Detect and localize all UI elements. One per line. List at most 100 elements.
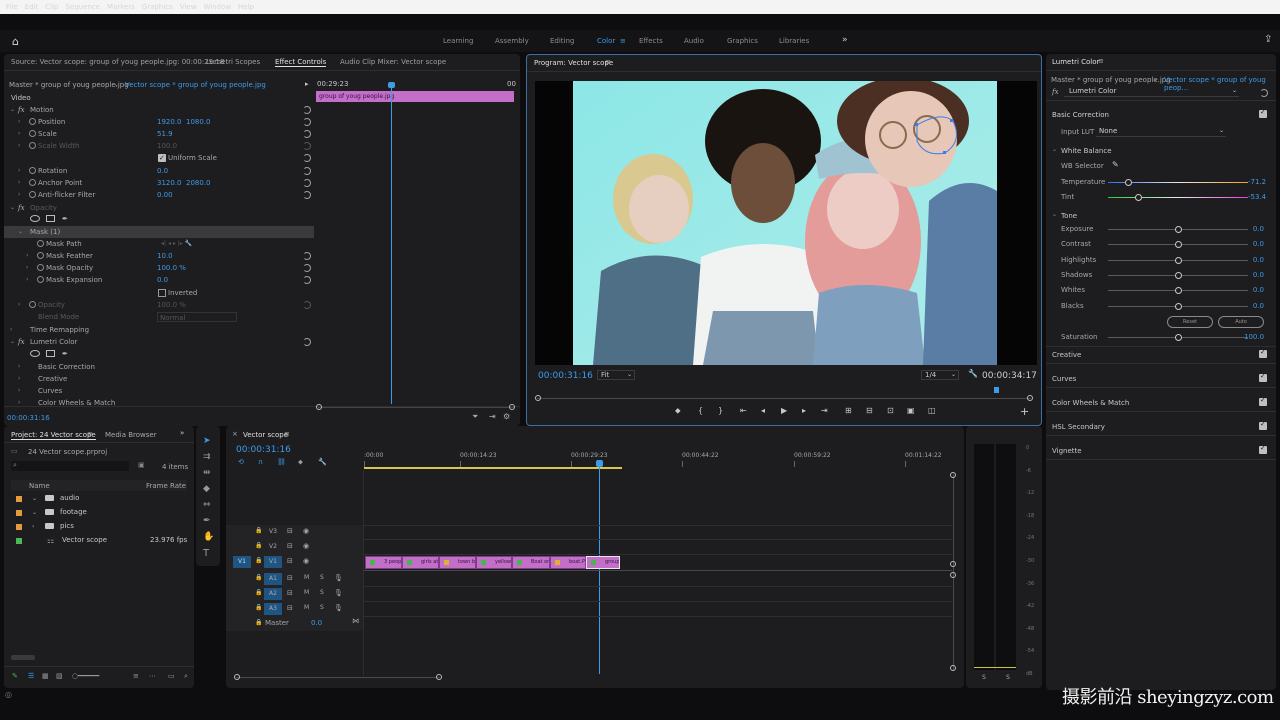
fit-dropdown[interactable]: Fit ⌄ [597,370,635,380]
workspace-tab-editing[interactable]: Editing [550,37,574,45]
input-lut-dropdown[interactable]: None ⌄ [1096,127,1226,137]
timeline-clip[interactable]: town b [439,556,476,569]
timeline-ruler[interactable]: :00:00 00:00:14:23 00:00:29:23 00:00:44:22 0… [364,450,954,468]
timeline-menu-icon[interactable]: ≡ [284,430,290,438]
timeline-tab[interactable]: Vector scope [243,431,288,439]
track-lock-icon[interactable]: 🔒 [255,542,262,549]
track-target-A3[interactable]: A3 [264,603,282,615]
white-balance-heading[interactable]: White Balance [1061,147,1112,155]
voice-over-record-icon[interactable]: 🎙 [334,604,343,612]
tone-shadows-slider[interactable] [1108,271,1248,279]
label-color-swatch[interactable] [16,510,22,516]
expand-chevron-icon[interactable]: › [26,274,28,286]
insert-icon[interactable]: ⊞ [845,406,852,415]
go-to-in-icon[interactable]: ⇤ [740,406,747,415]
workspace-tab-color[interactable]: Color [597,37,615,45]
solo-track-icon[interactable]: S [320,589,324,596]
project-item[interactable]: › pics [14,520,186,533]
temperature-value[interactable]: -71.2 [1248,178,1266,186]
blend-mode-row[interactable]: Blend Mode Normal [4,311,314,323]
mask-shape-tools[interactable]: ✒ [4,213,314,225]
mask-row[interactable]: ⌄ Mask (1) [4,226,314,238]
opacity-value-row[interactable]: › Opacity 100.0 % [4,299,314,311]
blend-mode-dropdown[interactable]: Normal [157,312,237,322]
color-workspace-menu-icon[interactable]: ≡ [620,37,626,45]
mute-track-icon[interactable]: M [304,589,309,596]
expand-chevron-icon[interactable]: ⌄ [10,336,15,348]
compare-icon[interactable]: ◫ [928,406,936,415]
expand-chevron-icon[interactable]: › [18,140,20,152]
inverted-checkbox[interactable] [158,289,166,297]
basic-correction-checkbox[interactable] [1259,108,1267,118]
add-marker-icon[interactable]: ⬥ [675,406,681,416]
lumetri-effect-row[interactable]: ⌄ fx Lumetri Color [4,336,314,348]
timeline-clip[interactable]: 3 peopl [365,556,402,569]
linked-selection-icon[interactable]: ⛓ [277,458,286,466]
ec-zoom-scroll[interactable] [318,407,514,408]
program-menu-icon[interactable]: ≡ [605,58,611,66]
reset-button[interactable]: Reset [1167,316,1213,328]
tint-slider[interactable] [1108,194,1248,201]
resolution-dropdown[interactable]: 1/4 ⌄ [921,370,959,380]
expand-chevron-icon[interactable]: › [18,189,20,201]
menu-edit[interactable]: Edit [25,3,39,11]
reset-icon[interactable] [303,142,311,150]
expand-chevron-icon[interactable]: ⌄ [32,492,37,505]
reset-icon[interactable] [303,276,311,284]
menu-view[interactable]: View [180,3,197,11]
rectangle-mask-icon[interactable] [46,215,55,222]
timeline-clip[interactable]: Boat on [512,556,550,569]
expand-chevron-icon[interactable]: ⌄ [18,226,23,238]
toggle-sync-lock-icon[interactable]: ⊟ [287,604,293,612]
lumetri-section-checkbox-1[interactable] [1259,372,1267,382]
mini-playhead[interactable] [391,82,392,404]
anchor-point-row-value-0[interactable]: 3120.0 [157,177,182,189]
track-lock-icon[interactable]: 🔒 [255,574,262,581]
program-scrubber[interactable] [537,398,1031,399]
pen-tool-icon[interactable]: ✒ [203,516,211,526]
uniform-scale-checkbox[interactable] [158,152,166,164]
stopwatch-icon[interactable] [37,276,44,283]
workspace-tab-libraries[interactable]: Libraries [779,37,809,45]
source-tab-0[interactable]: Source: Vector scope: group of youg peop… [11,58,224,66]
anchor-point-row[interactable]: › Anchor Point 3120.0 2080.0 [4,177,314,189]
tone-highlights-value[interactable]: 0.0 [1244,256,1264,264]
workspace-tab-learning[interactable]: Learning [443,37,473,45]
project-item[interactable]: ⌄ footage [14,506,186,519]
work-area-bar[interactable] [364,467,622,469]
mute-track-icon[interactable]: M [304,604,309,611]
slip-tool-icon[interactable]: ⇔ [203,500,211,510]
play-only-audio-icon[interactable]: ▸ [305,80,309,88]
button-editor-icon[interactable]: + [1020,405,1029,418]
menu-clip[interactable]: Clip [45,3,58,11]
toggle-visibility-icon[interactable]: ◉ [303,557,309,565]
tone-highlights-slider[interactable] [1108,256,1248,264]
project-menu-icon[interactable]: ≡ [87,430,93,438]
lumetri-mask-tools[interactable]: ✒ [4,348,314,360]
label-color-swatch[interactable] [16,538,22,544]
mini-clip-bar[interactable]: group of youg people.jpg [316,91,514,102]
eyedropper-icon[interactable]: ✎ [1112,160,1119,169]
toggle-sync-lock-icon[interactable]: ⊟ [287,542,293,550]
track-target-A2[interactable]: A2 [264,588,282,600]
tone-exposure-slider[interactable] [1108,226,1248,233]
workspace-tab-audio[interactable]: Audio [684,37,704,45]
toggle-sync-lock-icon[interactable]: ⊟ [287,589,293,597]
list-view-icon[interactable]: ☰ [28,672,34,680]
auto-button[interactable]: Auto [1218,316,1264,328]
stopwatch-icon[interactable] [29,167,36,174]
toggle-sync-lock-icon[interactable]: ⊟ [287,557,293,565]
stopwatch-icon[interactable] [37,240,44,247]
toggle-sync-lock-icon[interactable]: ⊟ [287,574,293,582]
lumetri-reset-icon[interactable] [1260,89,1268,97]
timeline-timecode[interactable]: 00:00:31:16 [236,445,291,455]
project-tab[interactable]: Project: 24 Vector scope [11,431,96,440]
saturation-value[interactable]: 100.0 [1244,333,1264,341]
lumetri-section-3[interactable]: HSL Secondary [1052,423,1105,431]
reset-icon[interactable] [303,191,311,199]
expand-chevron-icon[interactable]: › [18,373,20,385]
reset-icon[interactable] [303,167,311,175]
tone-contrast-value[interactable]: 0.0 [1244,240,1264,248]
settings-icon[interactable]: ⚙ [503,412,510,421]
step-back-icon[interactable]: ◂ [761,406,765,415]
